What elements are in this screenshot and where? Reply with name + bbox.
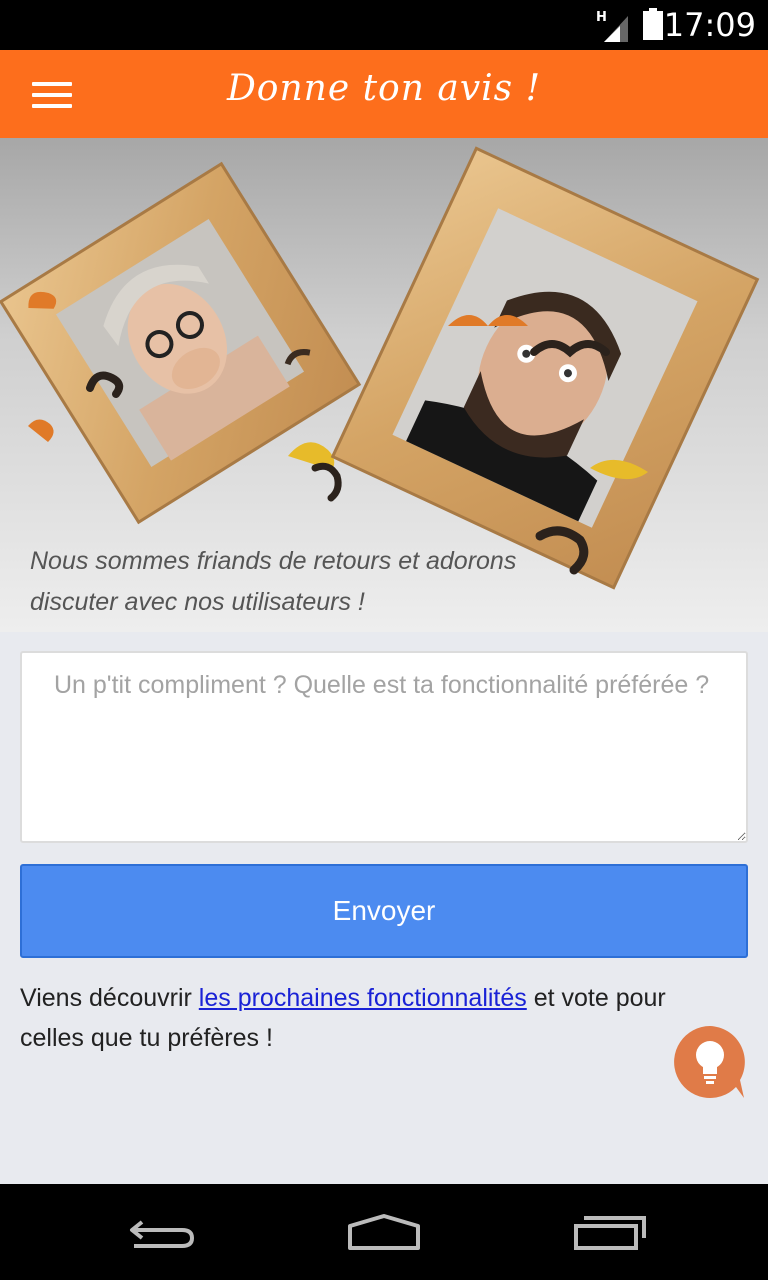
feedback-textarea[interactable]	[20, 651, 748, 843]
recents-icon[interactable]	[570, 1206, 650, 1258]
upcoming-features-text: Viens découvrir les prochaines fonctionn…	[20, 978, 720, 1058]
home-icon[interactable]	[344, 1206, 424, 1258]
hero-banner: Nous sommes friands de retours et adoron…	[0, 138, 768, 632]
upcoming-features-link[interactable]: les prochaines fonctionnalités	[199, 984, 527, 1012]
page-title: Donne ton avis !	[226, 68, 542, 109]
info-prefix: Viens découvrir	[20, 984, 199, 1012]
lightbulb-icon[interactable]	[670, 1022, 750, 1102]
status-bar: H 17:09	[0, 0, 768, 50]
send-button[interactable]: Envoyer	[20, 864, 748, 958]
right-photo-frame	[330, 146, 760, 590]
left-photo-frame	[0, 161, 362, 525]
back-icon[interactable]	[120, 1206, 200, 1258]
battery-icon	[642, 8, 664, 40]
system-nav-bar	[0, 1184, 768, 1280]
signal-icon: H	[596, 10, 632, 42]
hero-caption: Nous sommes friands de retours et adoron…	[30, 547, 517, 616]
app-bar: Donne ton avis !	[0, 50, 768, 138]
status-time: 17:09	[663, 6, 756, 44]
